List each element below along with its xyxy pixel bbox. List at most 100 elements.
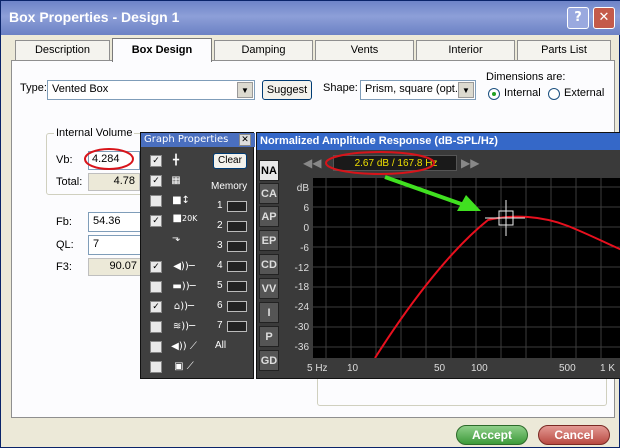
x-range-checkbox[interactable]: ✓ bbox=[150, 215, 162, 227]
memory-slot-6-button[interactable] bbox=[227, 301, 247, 312]
title-bar[interactable]: Box Properties - Design 1 ? ✕ bbox=[1, 1, 620, 35]
tab-na[interactable]: NA bbox=[259, 160, 279, 181]
crosshair-checkbox[interactable]: ✓ bbox=[150, 155, 162, 167]
y-tick-6: 6 bbox=[303, 203, 309, 214]
graph-title[interactable]: Normalized Amplitude Response (dB-SPL/Hz… bbox=[257, 133, 620, 150]
memory-slot-7-button[interactable] bbox=[227, 321, 247, 332]
type-label: Type: bbox=[20, 82, 47, 94]
y-unit-label: dB bbox=[296, 183, 309, 194]
memory-slot-4: 4 bbox=[217, 260, 223, 271]
vb-highlight-ellipse bbox=[84, 148, 134, 170]
ql-input[interactable]: 7 bbox=[88, 235, 142, 255]
ql-value: 7 bbox=[93, 238, 100, 250]
cancel-button[interactable]: Cancel bbox=[538, 425, 610, 445]
driver-checkbox[interactable]: ✓ bbox=[150, 261, 162, 273]
memory-slot-7: 7 bbox=[217, 320, 223, 331]
chevron-down-icon[interactable]: ▼ bbox=[458, 82, 474, 98]
memory-all[interactable]: All bbox=[215, 340, 226, 351]
speaker-icon: ◀))─ bbox=[173, 261, 195, 272]
suggest-button[interactable]: Suggest bbox=[262, 80, 312, 100]
sum-response-icon: ◀)) ⟋ bbox=[171, 341, 197, 352]
type-value: Vented Box bbox=[52, 83, 109, 95]
total-value: 4.78 bbox=[88, 173, 140, 191]
room-checkbox[interactable]: ✓ bbox=[150, 301, 162, 313]
x-tick-50: 50 bbox=[434, 363, 446, 374]
port-checkbox[interactable] bbox=[150, 281, 162, 293]
y-scale-checkbox[interactable] bbox=[150, 195, 162, 207]
type-select[interactable]: Vented Box ▼ bbox=[47, 80, 255, 100]
memory-slot-5-button[interactable] bbox=[227, 281, 247, 292]
sum-checkbox[interactable] bbox=[150, 341, 162, 353]
window-title: Box Properties - Design 1 bbox=[9, 9, 180, 25]
x-tick-500: 500 bbox=[559, 363, 576, 374]
vb-label: Vb: bbox=[56, 154, 73, 166]
radio-external-label: External bbox=[564, 87, 605, 99]
y-tick-0: 0 bbox=[303, 223, 309, 234]
tab-parts-list[interactable]: Parts List bbox=[517, 40, 611, 60]
x-range-20k: 20K bbox=[182, 214, 198, 223]
y-tick-m12: -12 bbox=[294, 263, 309, 274]
tab-interior[interactable]: Interior bbox=[416, 40, 515, 60]
tab-p[interactable]: P bbox=[259, 326, 279, 347]
clear-button[interactable]: Clear bbox=[213, 153, 247, 169]
memory-label: Memory bbox=[211, 181, 248, 192]
y-tick-m24: -24 bbox=[294, 302, 309, 313]
enclosure-checkbox[interactable] bbox=[150, 361, 162, 373]
x-tick-1k: 1 K bbox=[600, 363, 616, 374]
total-label: Total: bbox=[56, 176, 83, 188]
accept-button[interactable]: Accept bbox=[456, 425, 528, 445]
memory-slot-4-button[interactable] bbox=[227, 261, 247, 272]
tab-ep[interactable]: EP bbox=[259, 230, 279, 251]
shape-select[interactable]: Prism, square (opt.) ▼ bbox=[360, 80, 476, 100]
tab-gd[interactable]: GD bbox=[259, 350, 279, 371]
shape-value: Prism, square (opt.) bbox=[365, 83, 462, 95]
fb-input[interactable]: 54.36 bbox=[88, 212, 142, 232]
memory-slot-1-button[interactable] bbox=[227, 201, 247, 212]
memory-slot-5: 5 bbox=[217, 280, 223, 291]
tab-damping[interactable]: Damping bbox=[214, 40, 313, 60]
graph-properties-panel: Graph Properties ✕ ✓ ╋ ✓ ▦ ■↕ ✓ ■20K ⬎ C… bbox=[140, 132, 255, 379]
fb-value: 54.36 bbox=[93, 215, 121, 227]
y-scale-icon: ■↕ bbox=[172, 195, 190, 206]
crosshair-icon: ╋ bbox=[172, 155, 180, 166]
readout-highlight-ellipse bbox=[325, 151, 435, 175]
tab-description[interactable]: Description bbox=[15, 40, 110, 60]
x-tick-100: 100 bbox=[471, 363, 488, 374]
shape-label: Shape: bbox=[323, 82, 358, 94]
dimensions-label: Dimensions are: bbox=[486, 71, 566, 83]
room-icon: ⌂))─ bbox=[173, 301, 195, 312]
radio-external[interactable] bbox=[548, 88, 560, 100]
close-icon[interactable]: ✕ bbox=[239, 134, 251, 146]
help-icon[interactable]: ? bbox=[567, 7, 589, 29]
chevron-down-icon[interactable]: ▼ bbox=[237, 82, 253, 98]
tab-box-design[interactable]: Box Design bbox=[112, 38, 212, 62]
x-tick-5: 5 Hz bbox=[307, 363, 328, 374]
tab-vents[interactable]: Vents bbox=[315, 40, 414, 60]
tab-i[interactable]: I bbox=[259, 302, 279, 323]
grid-checkbox[interactable]: ✓ bbox=[150, 175, 162, 187]
passive-checkbox[interactable] bbox=[150, 321, 162, 333]
memory-slot-3: 3 bbox=[217, 240, 223, 251]
tab-vv[interactable]: VV bbox=[259, 278, 279, 299]
fb-label: Fb: bbox=[56, 216, 72, 228]
y-tick-m30: -30 bbox=[294, 322, 309, 333]
tab-ap[interactable]: AP bbox=[259, 206, 279, 227]
close-icon[interactable]: ✕ bbox=[593, 7, 615, 29]
green-arrow-icon bbox=[384, 175, 465, 207]
box-properties-window: Box Properties - Design 1 ? ✕ Descriptio… bbox=[0, 0, 620, 448]
memory-slot-3-button[interactable] bbox=[227, 241, 247, 252]
x-range-icon: ■20K bbox=[172, 213, 198, 224]
tab-cd[interactable]: CD bbox=[259, 254, 279, 275]
annotation-overlay bbox=[325, 151, 481, 211]
radio-internal[interactable] bbox=[488, 88, 500, 100]
memory-slot-2: 2 bbox=[217, 220, 223, 231]
x-tick-10: 10 bbox=[347, 363, 359, 374]
export-icon[interactable]: ⬎ bbox=[167, 233, 185, 245]
memory-slot-2-button[interactable] bbox=[227, 221, 247, 232]
graph-properties-title[interactable]: Graph Properties bbox=[141, 133, 255, 147]
f3-label: F3: bbox=[56, 261, 72, 273]
port-icon: ▬))─ bbox=[172, 281, 196, 292]
tab-ca[interactable]: CA bbox=[259, 183, 279, 204]
y-tick-m6: -6 bbox=[300, 243, 309, 254]
passive-radiator-icon: ≋))─ bbox=[172, 321, 196, 332]
